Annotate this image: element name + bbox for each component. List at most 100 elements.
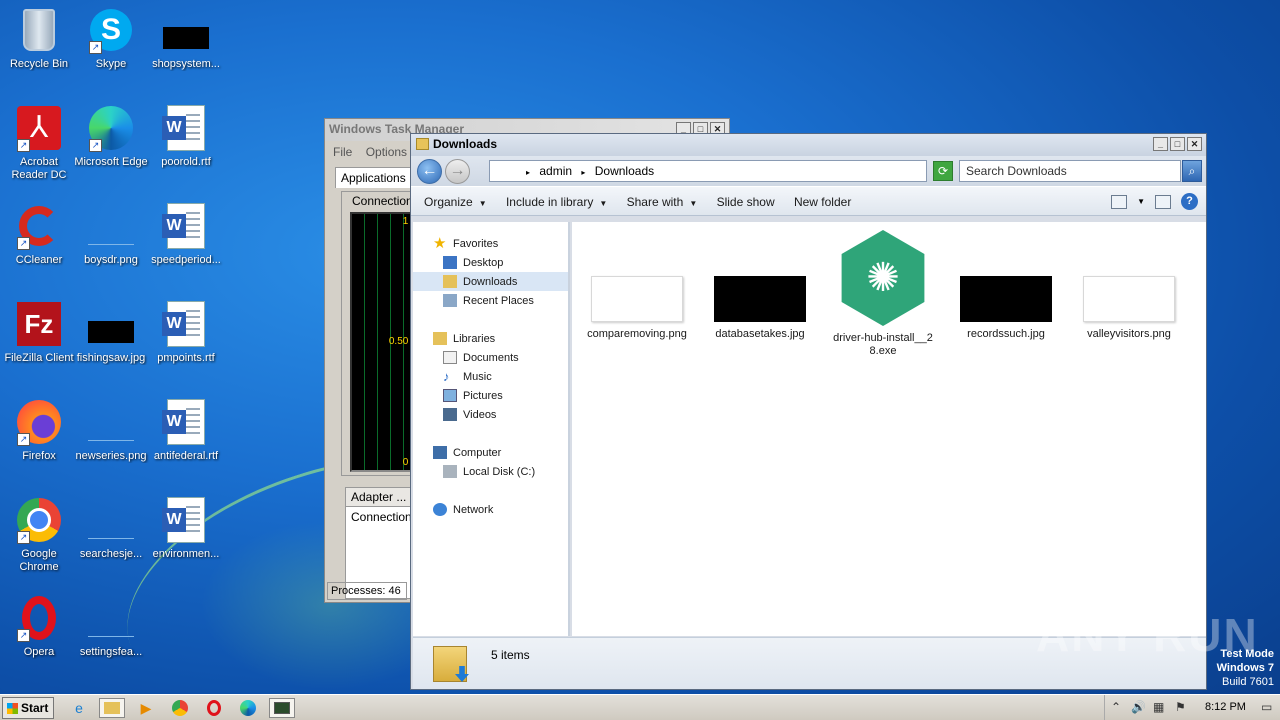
desktop-icon-label: Microsoft Edge bbox=[74, 156, 148, 168]
clock[interactable]: 8:12 PM bbox=[1205, 701, 1246, 713]
desktop-icon-label: newseries.png bbox=[75, 450, 147, 462]
search-input[interactable]: Search Downloads bbox=[959, 160, 1181, 182]
file-list: comparemoving.png databasetakes.jpg ✺ dr… bbox=[572, 222, 1206, 636]
network-tray-icon[interactable]: ▦ bbox=[1153, 700, 1164, 714]
file-item[interactable]: recordssuch.jpg bbox=[951, 230, 1061, 341]
view-options-arrow-icon[interactable]: ▼ bbox=[1137, 197, 1145, 206]
desktop-icon-boysdr[interactable]: boysdr.png bbox=[72, 202, 150, 267]
downloads-folder-icon bbox=[443, 275, 457, 288]
maximize-button[interactable]: □ bbox=[1170, 137, 1185, 151]
desktop-icon-filezilla[interactable]: Fz FileZilla Client bbox=[0, 300, 78, 365]
breadcrumb-downloads[interactable]: Downloads bbox=[595, 164, 654, 178]
minimize-button[interactable]: _ bbox=[1153, 137, 1168, 151]
chrome-taskbar-icon[interactable] bbox=[167, 698, 193, 718]
action-center-icon[interactable]: ⚑ bbox=[1175, 700, 1186, 714]
tab-applications[interactable]: Applications bbox=[335, 167, 412, 188]
explorer-title: Downloads bbox=[433, 137, 498, 151]
edge-taskbar-icon[interactable] bbox=[235, 698, 261, 718]
nav-music[interactable]: ♪ Music bbox=[413, 367, 568, 386]
nav-favorites[interactable]: ★ Favorites bbox=[413, 234, 568, 253]
desktop-icon-environmen[interactable]: environmen... bbox=[147, 496, 225, 561]
desktop-icon-label: fishingsaw.jpg bbox=[76, 352, 146, 364]
volume-icon[interactable]: 🔊 bbox=[1131, 700, 1146, 714]
refresh-button[interactable]: ⟳ bbox=[933, 161, 953, 181]
file-name: valleyvisitors.png bbox=[1087, 328, 1171, 340]
close-button[interactable]: ✕ bbox=[1187, 137, 1202, 151]
desktop-icon-shopsystem[interactable]: shopsystem... bbox=[147, 6, 225, 71]
desktop-icon-acrobat[interactable]: ⅄ ↗ Acrobat Reader DC bbox=[0, 104, 78, 182]
start-button[interactable]: Start bbox=[2, 697, 54, 719]
word-document-icon bbox=[162, 301, 205, 347]
breadcrumb[interactable]: ▸ admin ▸ Downloads bbox=[489, 160, 927, 182]
include-in-library-button[interactable]: Include in library ▼ bbox=[506, 195, 607, 209]
file-item[interactable]: ✺ driver-hub-install__28.exe bbox=[828, 230, 938, 358]
desktop-icon-speedperiod[interactable]: speedperiod... bbox=[147, 202, 225, 267]
show-hidden-icons-icon[interactable]: ⌃ bbox=[1111, 700, 1121, 714]
breadcrumb-admin[interactable]: admin bbox=[539, 164, 572, 178]
new-folder-button[interactable]: New folder bbox=[794, 195, 851, 209]
desktop-icon-label: Google Chrome bbox=[19, 548, 59, 573]
slide-show-button[interactable]: Slide show bbox=[717, 195, 775, 209]
file-name: comparemoving.png bbox=[587, 328, 687, 340]
desktop-icon-fishingsaw[interactable]: fishingsaw.jpg bbox=[72, 300, 150, 365]
search-icon[interactable]: ⌕ bbox=[1182, 160, 1202, 182]
opera-taskbar-icon[interactable] bbox=[201, 698, 227, 718]
explorer-taskbar-icon[interactable] bbox=[99, 698, 125, 718]
desktop-icon-pmpoints[interactable]: pmpoints.rtf bbox=[147, 300, 225, 365]
organize-button[interactable]: Organize ▼ bbox=[424, 195, 487, 209]
help-icon[interactable]: ? bbox=[1181, 193, 1198, 210]
nav-documents[interactable]: Documents bbox=[413, 348, 568, 367]
forward-button[interactable]: → bbox=[445, 159, 470, 184]
image-thumbnail-icon bbox=[88, 615, 134, 637]
change-view-icon[interactable] bbox=[1111, 194, 1128, 209]
nav-computer[interactable]: Computer bbox=[413, 443, 568, 462]
explorer-titlebar[interactable]: Downloads _ □ ✕ bbox=[411, 134, 1206, 156]
nav-pictures[interactable]: Pictures bbox=[413, 386, 568, 405]
command-bar: Organize ▼ Include in library ▼ Share with… bbox=[411, 186, 1206, 216]
desktop-icon-opera[interactable]: ↗ Opera bbox=[0, 594, 78, 659]
folder-icon bbox=[416, 138, 429, 150]
internet-explorer-icon[interactable]: e bbox=[66, 698, 92, 718]
desktop-icon-firefox[interactable]: ↗ Firefox bbox=[0, 398, 78, 463]
explorer-window[interactable]: Downloads _ □ ✕ ← → ▸ admin ▸ Downloads … bbox=[410, 133, 1207, 690]
shortcut-arrow-icon: ↗ bbox=[17, 237, 30, 250]
file-item[interactable]: databasetakes.jpg bbox=[705, 230, 815, 341]
desktop-icon-label: FileZilla Client bbox=[4, 352, 74, 364]
image-thumbnail-icon bbox=[714, 276, 806, 322]
desktop-icon-antifederal[interactable]: antifederal.rtf bbox=[147, 398, 225, 463]
desktop-icon-poorold[interactable]: poorold.rtf bbox=[147, 104, 225, 169]
desktop-icon-label: antifederal.rtf bbox=[153, 450, 219, 462]
nav-downloads[interactable]: Downloads bbox=[413, 272, 568, 291]
task-manager-taskbar-icon[interactable] bbox=[269, 698, 295, 718]
desktop-icon-settingsfea[interactable]: settingsfea... bbox=[72, 594, 150, 659]
music-icon: ♪ bbox=[443, 369, 450, 384]
file-item[interactable]: comparemoving.png bbox=[582, 230, 692, 341]
back-button[interactable]: ← bbox=[417, 159, 442, 184]
menu-file[interactable]: File bbox=[333, 145, 352, 159]
nav-desktop[interactable]: Desktop bbox=[413, 253, 568, 272]
desktop-icon-recycle-bin[interactable]: Recycle Bin bbox=[0, 6, 78, 71]
nav-videos[interactable]: Videos bbox=[413, 405, 568, 424]
menu-options[interactable]: Options bbox=[366, 145, 407, 159]
desktop-icon-edge[interactable]: ↗ Microsoft Edge bbox=[72, 104, 150, 169]
desktop-icon-label: CCleaner bbox=[15, 254, 63, 266]
desktop-icon-searchesje[interactable]: searchesje... bbox=[72, 496, 150, 561]
desktop-icon-ccleaner[interactable]: ↗ CCleaner bbox=[0, 202, 78, 267]
taskbar: Start e ▶ ⌃ 🔊 ▦ ⚑ 8:12 PM ▭ bbox=[0, 694, 1280, 720]
nav-local-disk[interactable]: Local Disk (C:) bbox=[413, 462, 568, 481]
nav-recent-places[interactable]: Recent Places bbox=[413, 291, 568, 310]
image-thumbnail-icon bbox=[591, 276, 683, 322]
desktop-icon-skype[interactable]: S ↗ Skype bbox=[72, 6, 150, 71]
file-item[interactable]: valleyvisitors.png bbox=[1074, 230, 1184, 341]
recycle-bin-icon bbox=[23, 9, 55, 51]
nav-network[interactable]: Network bbox=[413, 500, 568, 519]
nav-libraries[interactable]: Libraries bbox=[413, 329, 568, 348]
preview-pane-icon[interactable] bbox=[1155, 194, 1171, 209]
share-with-button[interactable]: Share with ▼ bbox=[627, 195, 698, 209]
processes-status: Processes: 46 bbox=[327, 582, 407, 600]
media-player-icon[interactable]: ▶ bbox=[133, 698, 159, 718]
desktop-icon-chrome[interactable]: ↗ Google Chrome bbox=[0, 496, 78, 574]
desktop-icon-newseries[interactable]: newseries.png bbox=[72, 398, 150, 463]
desktop-icon-label: Firefox bbox=[22, 450, 56, 462]
show-desktop-icon[interactable]: ▭ bbox=[1261, 700, 1272, 714]
